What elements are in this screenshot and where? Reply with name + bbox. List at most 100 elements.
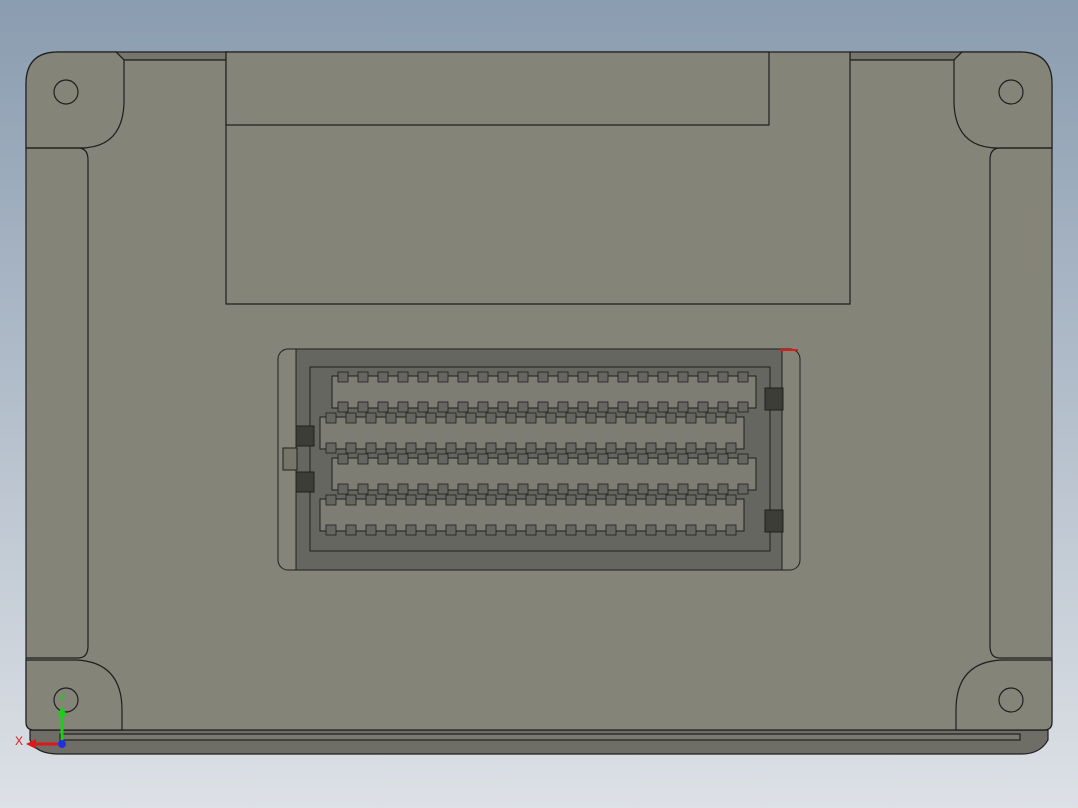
connector-pin [737,371,749,383]
connector-pin [637,401,649,413]
connector-pin [637,483,649,495]
connector-pin [457,371,469,383]
connector-pin [425,494,437,506]
connector-pin [405,494,417,506]
triad-z-axis [58,740,66,748]
connector-pin [337,483,349,495]
connector-pin [345,412,357,424]
connector-pin [697,371,709,383]
connector-pin [405,412,417,424]
connector-pin [457,483,469,495]
connector-pin [597,453,609,465]
connector-pin [617,453,629,465]
connector-pin [565,494,577,506]
connector-pin [445,442,457,454]
connector-pin [437,371,449,383]
connector-pin [517,483,529,495]
connector-pin [457,453,469,465]
connector-pin [385,442,397,454]
connector-pin [605,524,617,536]
connector-pin [365,442,377,454]
connector-pin [557,401,569,413]
connector-pin [637,453,649,465]
connector-pin [357,401,369,413]
connector-pin [525,442,537,454]
connector-pin [497,371,509,383]
connector-pin [385,524,397,536]
connector-pin [537,401,549,413]
connector-pin [485,412,497,424]
connector-pin [625,442,637,454]
connector-pin [397,371,409,383]
connector-pin [585,524,597,536]
connector-pin [405,524,417,536]
connector-pin [605,494,617,506]
connector-pin [645,412,657,424]
connector-part[interactable] [277,348,801,571]
connector-pin [725,494,737,506]
key-notch-left-top [295,425,315,447]
connector-pin [537,483,549,495]
connector-pin [377,401,389,413]
connector-pin [377,483,389,495]
connector-pin [345,442,357,454]
connector-pin [365,524,377,536]
connector-pin [445,524,457,536]
connector-pin [637,371,649,383]
connector-pin [465,412,477,424]
connector-pin [705,524,717,536]
connector-pin [677,483,689,495]
connector-pin [465,524,477,536]
enclosure-bottom-lip-band [59,733,1021,741]
connector-pin [705,494,717,506]
connector-pin [377,453,389,465]
connector-pin [617,483,629,495]
connector-pin [685,494,697,506]
connector-pin [565,442,577,454]
connector-pin [417,483,429,495]
connector-pin [385,494,397,506]
connector-pin [417,401,429,413]
connector-pin [657,401,669,413]
mounting-hole-top-left [53,79,79,105]
connector-pin [577,371,589,383]
connector-pin [625,494,637,506]
connector-pin [357,483,369,495]
connector-pin [417,453,429,465]
connector-pin [425,442,437,454]
connector-pin [505,442,517,454]
connector-pin [425,412,437,424]
connector-pin [725,412,737,424]
connector-pin [377,371,389,383]
connector-pin [585,494,597,506]
connector-pin [645,442,657,454]
connector-pin [685,524,697,536]
connector-pin [725,524,737,536]
connector-pin [665,524,677,536]
connector-pin [517,371,529,383]
cad-viewport[interactable]: X Y [0,0,1078,808]
connector-pin [457,401,469,413]
connector-pin [697,401,709,413]
connector-pin [437,483,449,495]
connector-pin [477,483,489,495]
triad-x-label: X [15,734,23,748]
connector-pin [697,483,709,495]
connector-pin [705,442,717,454]
connector-pin [397,401,409,413]
connector-pin [677,453,689,465]
connector-pin [385,412,397,424]
connector-pin [557,371,569,383]
connector-pin [645,494,657,506]
connector-pin [685,442,697,454]
connector-pin [337,401,349,413]
connector-pin [345,524,357,536]
key-notch-right-top [764,387,784,411]
connector-pin [597,371,609,383]
connector-pin [705,412,717,424]
connector-pin [505,412,517,424]
connector-pin [717,371,729,383]
connector-pin [445,412,457,424]
connector-pin [517,401,529,413]
connector-pin [665,412,677,424]
